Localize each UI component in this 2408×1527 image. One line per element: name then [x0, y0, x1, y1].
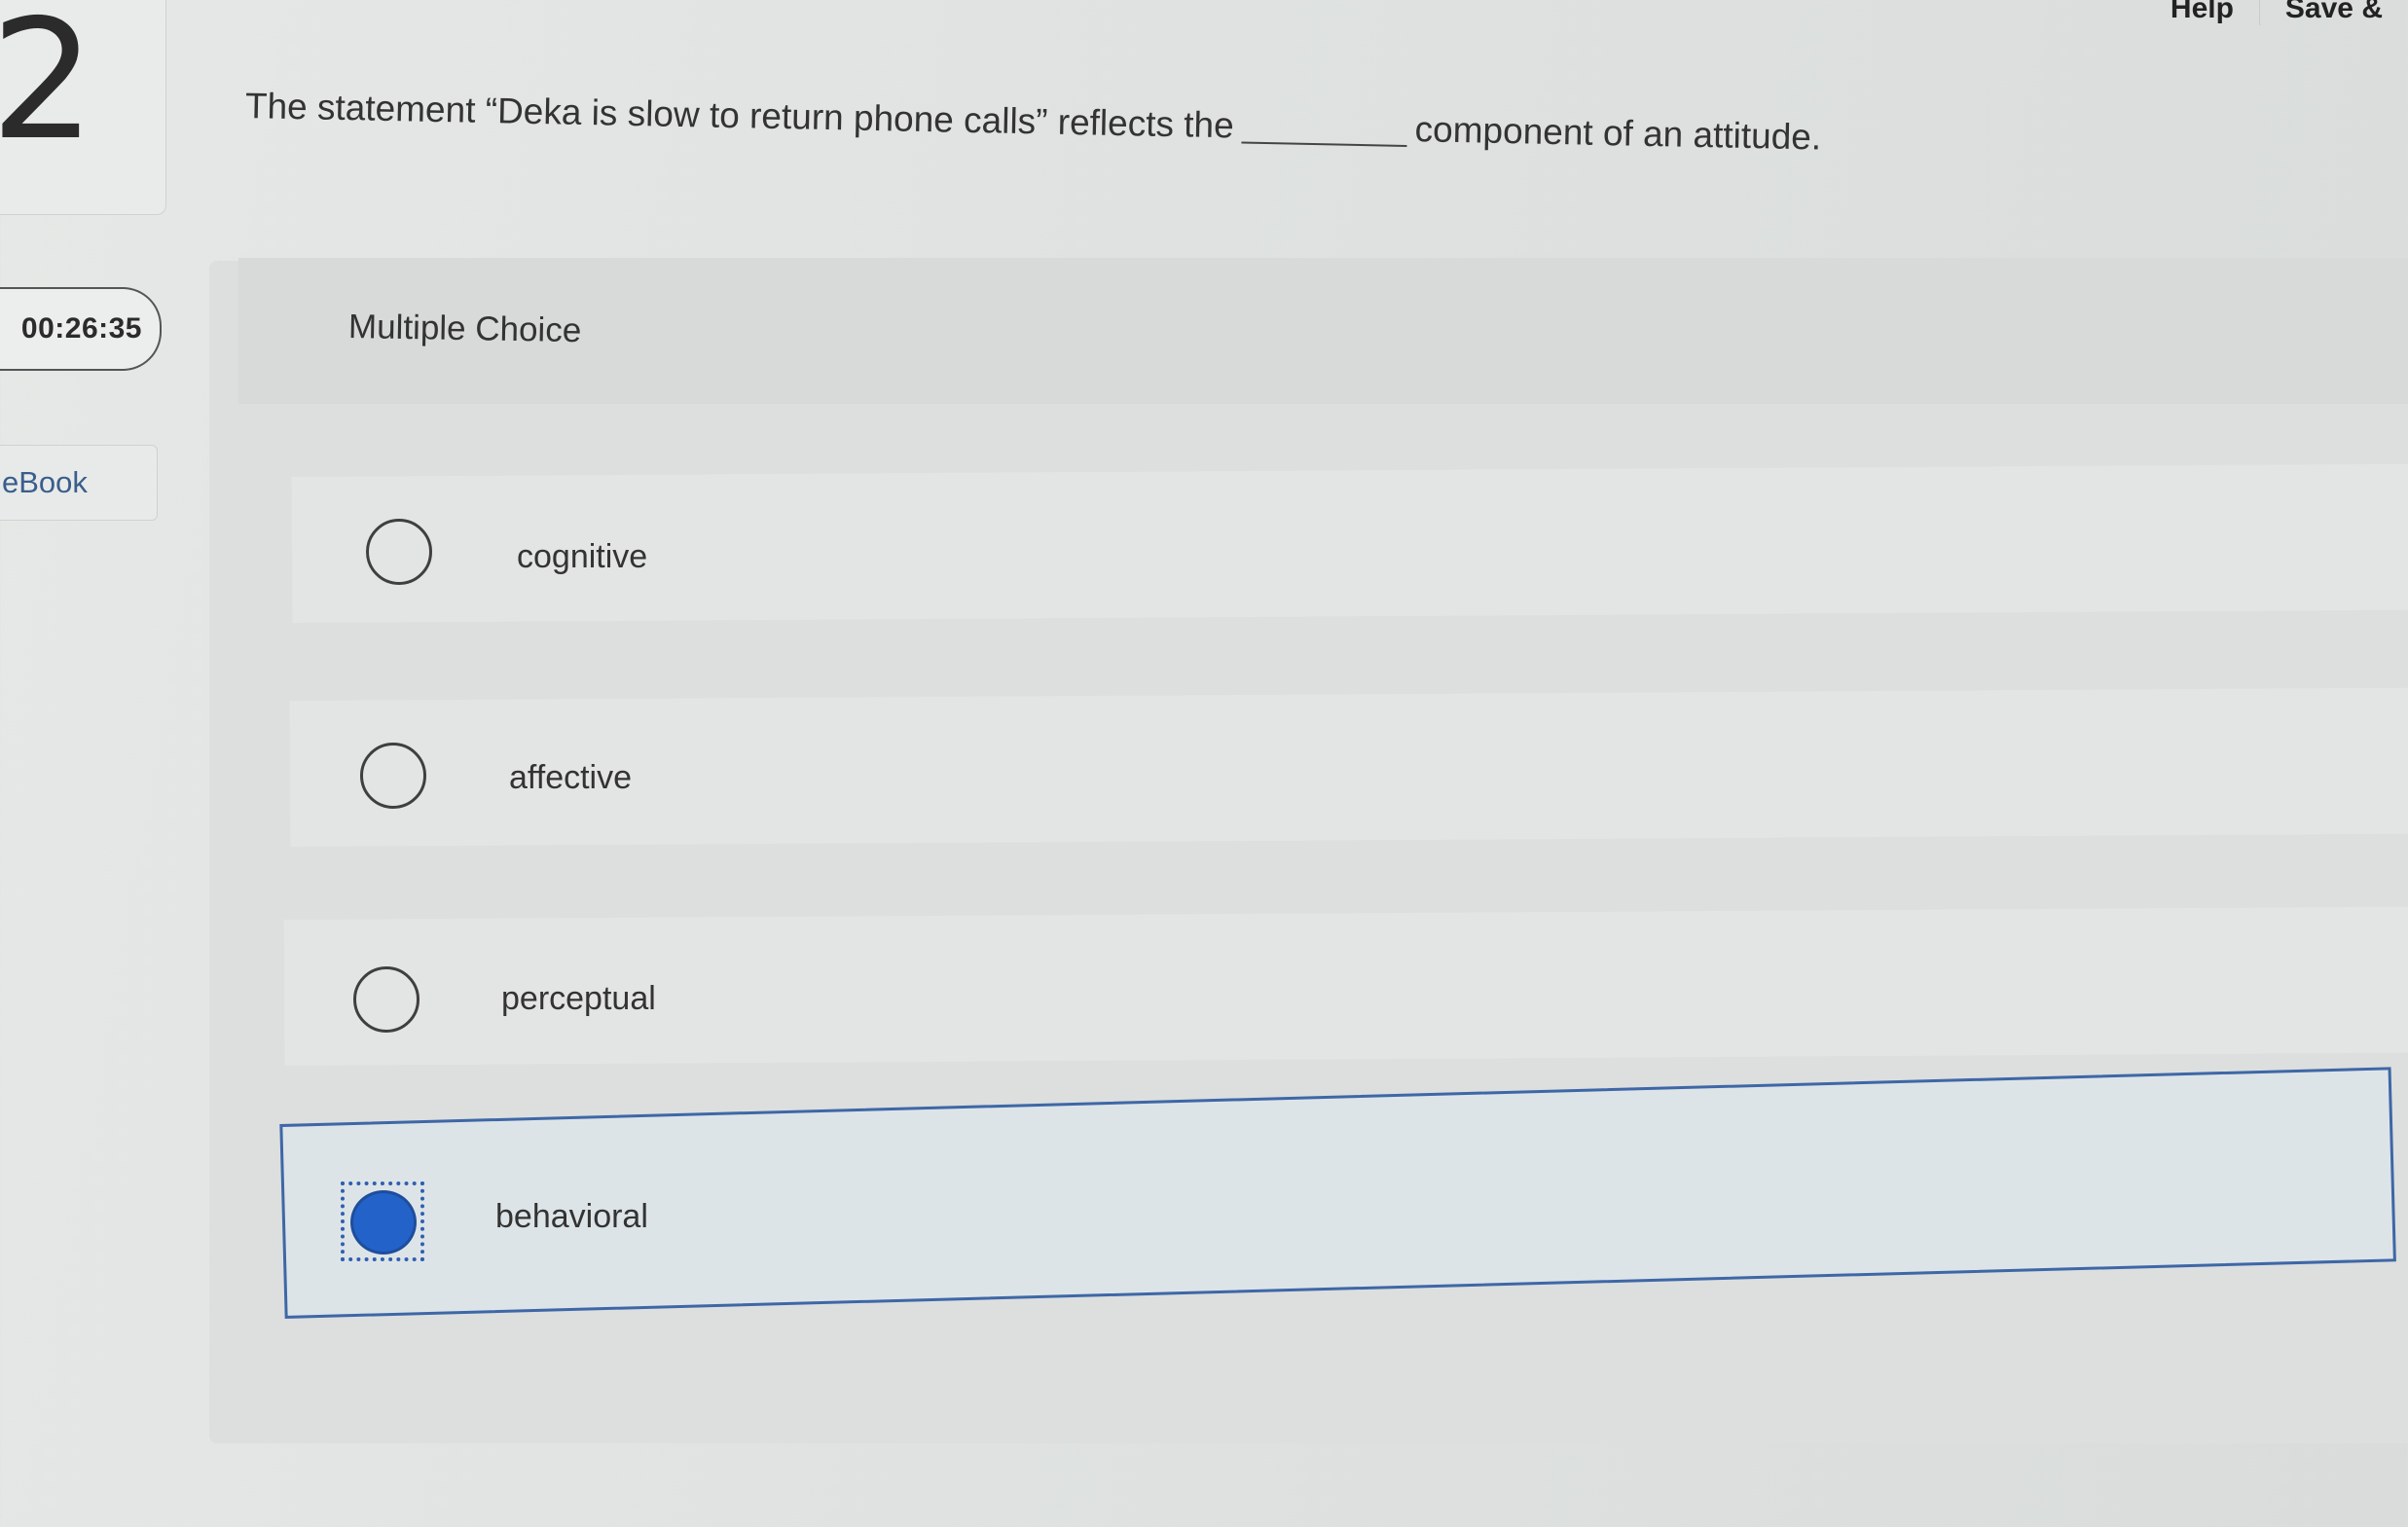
radio-behavioral-focus[interactable]: [341, 1182, 424, 1261]
prompt-text-before: The statement “Deka is slow to return ph…: [244, 86, 1235, 146]
prompt-text-after: component of an attitude.: [1414, 109, 1822, 158]
radio-perceptual[interactable]: [353, 966, 420, 1033]
top-links: Help Save &: [2145, 0, 2408, 25]
question-prompt: The statement “Deka is slow to return ph…: [245, 86, 1822, 158]
ebook-button[interactable]: eBook: [0, 445, 158, 521]
option-label-behavioral: behavioral: [495, 1198, 648, 1235]
answer-blank: [1241, 141, 1407, 147]
help-link[interactable]: Help: [2145, 0, 2259, 25]
question-number-card: 2: [0, 0, 166, 215]
radio-cognitive[interactable]: [366, 519, 432, 585]
question-number: 2: [0, 0, 96, 177]
option-label-cognitive: cognitive: [517, 538, 648, 575]
ebook-label: eBook: [2, 465, 88, 499]
option-label-perceptual: perceptual: [501, 980, 656, 1017]
save-exit-link[interactable]: Save &: [2258, 0, 2408, 25]
question-type-label: Multiple Choice: [347, 308, 582, 350]
timer: 00:26:35: [0, 287, 162, 371]
radio-behavioral-selected: [350, 1190, 417, 1254]
radio-affective[interactable]: [360, 743, 426, 809]
timer-value: 00:26:35: [20, 312, 142, 345]
option-label-affective: affective: [509, 759, 633, 796]
